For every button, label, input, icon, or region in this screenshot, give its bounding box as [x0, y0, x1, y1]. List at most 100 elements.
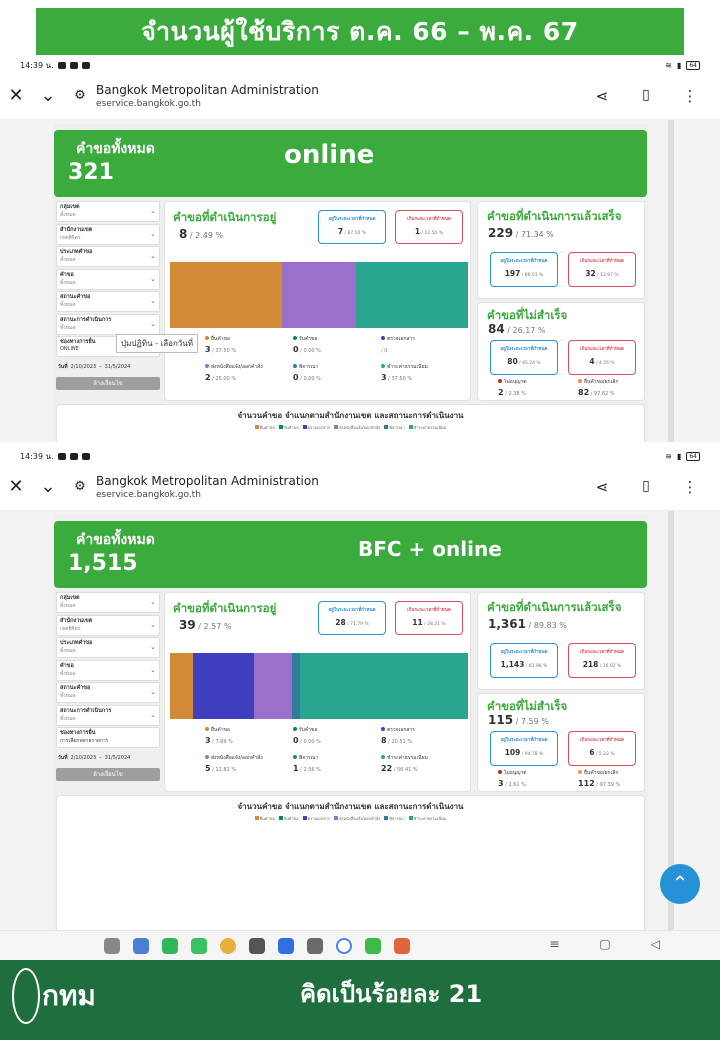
legend-item: พิจารณา 0 / 0.00 % — [293, 363, 321, 382]
filter-label: สถานะคำขอ — [60, 685, 91, 691]
recent-apps-icon[interactable]: ≡ — [549, 937, 559, 951]
back-icon[interactable]: ◁ — [651, 937, 660, 951]
bookmark-icon[interactable]: ▯ — [630, 87, 662, 105]
in-progress-within-pill: อยู่ในระยะเวลาที่กำหนด 28 / 71.79 % — [318, 601, 386, 635]
filter-dropdown[interactable]: ประเภทคำขอ ทั้งหมด ⌄ — [56, 246, 160, 267]
filter-dropdown[interactable]: สถานะคำขอ ทั้งหมด ⌄ — [56, 682, 160, 703]
clear-filter-button[interactable]: ล้างเงื่อนไข — [56, 376, 160, 390]
apps-icon[interactable] — [104, 937, 120, 954]
filter-dropdown[interactable]: คำขอ ทั้งหมด ⌄ — [56, 659, 160, 681]
legend-item: ตรวจเอกสาร / 0 — [381, 335, 415, 354]
messages-icon[interactable] — [191, 937, 207, 954]
chart-legend: ยื่นคำขอ รับคำขอ ตรวจเอกสาร ส่งหนังสือแจ้ง/… — [57, 424, 644, 431]
bar-segment[interactable] — [299, 653, 468, 719]
legend-value: 3 / 37.50 % — [381, 373, 413, 382]
site-settings-icon[interactable]: ⚙ — [64, 88, 96, 103]
phone-icon[interactable] — [162, 937, 178, 954]
total-label: คำขอทั้งหมด — [76, 532, 155, 548]
legend-value: / 0 — [381, 348, 388, 354]
more-icon[interactable]: ⋮ — [674, 87, 706, 105]
district-chart: จำนวนคำขอ จำแนกตามสำนักงานเขต และสถานะกา… — [56, 795, 645, 930]
filter-label: สถานะคำขอ — [60, 294, 91, 300]
chrome-icon[interactable] — [220, 937, 236, 954]
bar-segment[interactable] — [170, 653, 193, 719]
date-to[interactable]: 31/5/2024 — [105, 364, 131, 370]
google-icon[interactable] — [336, 937, 352, 954]
files-icon[interactable] — [133, 937, 149, 954]
chevron-down-icon[interactable]: ⌄ — [32, 85, 64, 106]
filter-dropdown[interactable]: สำนักงานเขต เขตพิจิตร ⌄ — [56, 223, 160, 245]
date-label: วันที่ — [58, 363, 68, 370]
filter-dropdown[interactable]: ประเภทคำขอ ทั้งหมด ⌄ — [56, 637, 160, 658]
legend-label: ชำระค่าธรรมเนียม — [387, 364, 428, 370]
banner-title: จำนวนผู้ใช้บริการ ต.ค. 66 – พ.ค. 67 — [141, 16, 579, 46]
legend-dot — [381, 727, 385, 731]
done-within-pill: อยู่ในระยะเวลาที่กำหนด 1,143 / 83.98 % — [490, 643, 558, 678]
legend-dot — [293, 364, 297, 368]
filter-dropdown[interactable]: สถานะการดำเนินการ ทั้งหมด ⌄ — [56, 313, 160, 335]
legend-label: พิจารณา — [299, 364, 319, 370]
failed-no-permit: ไม่อนุญาต 3 / 2.61 % — [498, 770, 527, 788]
chevron-down-icon: ⌄ — [150, 710, 156, 719]
bar-segment[interactable] — [292, 653, 300, 719]
close-icon[interactable]: ✕ — [0, 476, 32, 497]
bar-segment[interactable] — [356, 262, 468, 328]
home-icon[interactable]: ▢ — [599, 937, 610, 951]
in-progress-value: 8 / 2.49 % — [179, 227, 224, 241]
scrollbar[interactable] — [668, 120, 674, 442]
site-settings-icon[interactable]: ⚙ — [64, 479, 96, 494]
browser-url[interactable]: eservice.bangkok.go.th — [96, 99, 319, 109]
total-label: คำขอทั้งหมด — [76, 141, 155, 157]
bookmark-icon[interactable]: ▯ — [630, 478, 662, 496]
bar-segment[interactable] — [281, 262, 357, 328]
bar-segment[interactable] — [170, 262, 282, 328]
clear-filter-button[interactable]: ล้างเงื่อนไข — [56, 767, 160, 781]
filter-dropdown[interactable]: สถานะคำขอ ทั้งหมด ⌄ — [56, 291, 160, 312]
in-progress-value: 39 / 2.57 % — [179, 618, 232, 632]
close-icon[interactable]: ✕ — [0, 85, 32, 106]
filter-dropdown[interactable]: คำขอ ทั้งหมด ⌄ — [56, 268, 160, 290]
more-icon[interactable]: ⋮ — [674, 478, 706, 496]
browser-url[interactable]: eservice.bangkok.go.th — [96, 490, 319, 500]
filter-dropdown[interactable]: กลุ่มเขต ทั้งหมด ⌄ — [56, 592, 160, 613]
date-range[interactable]: วันที่ 2/10/2023–31/5/2024 — [56, 359, 160, 375]
notification-icon — [57, 61, 66, 69]
failed-over-pill: เกินระยะเวลาที่กำหนด 4 / 4.76 % — [568, 340, 636, 375]
filter-label: สำนักงานเขต — [60, 617, 93, 624]
channel-select[interactable]: ช่องทางการยื่น การเลือกหลายรายการ — [56, 727, 160, 748]
filter-dropdown[interactable]: สำนักงานเขต เขตพิจิตร ⌄ — [56, 614, 160, 636]
chevron-down-icon: ⌄ — [150, 688, 156, 696]
bar-segment[interactable] — [254, 653, 293, 719]
gallery-icon[interactable] — [278, 937, 294, 954]
bar-segment[interactable] — [192, 653, 255, 719]
legend-item: รับคำขอ 0 / 0.00 % — [293, 726, 321, 745]
legend-value: 22 / 56.41 % — [381, 764, 418, 773]
legend-dot — [381, 755, 385, 759]
done-card: คำขอที่ดำเนินการแล้วเสร็จ 1,361 / 89.83 … — [477, 592, 645, 690]
share-icon[interactable]: ⋖ — [586, 478, 618, 496]
scroll-top-button[interactable]: ⌃ — [660, 864, 700, 904]
failed-no-permit: ไม่อนุญาต 2 / 2.38 % — [498, 379, 527, 397]
date-range[interactable]: วันที่ 2/10/2023–31/5/2024 — [56, 750, 160, 766]
filter-value: ทั้งหมด — [60, 257, 76, 263]
chevron-down-icon[interactable]: ⌄ — [32, 476, 64, 497]
filter-value: เขตพิจิตร — [60, 625, 81, 632]
chart-legend-item: ชำระค่าธรรมเนียม — [408, 424, 446, 431]
filter-dropdown[interactable]: กลุ่มเขต ทั้งหมด ⌄ — [56, 201, 160, 222]
legend-value: 5 / 12.82 % — [205, 764, 237, 773]
line-icon[interactable] — [365, 937, 381, 954]
camera-icon[interactable] — [249, 937, 265, 954]
filter-dropdown[interactable]: สถานะการดำเนินการ ทั้งหมด ⌄ — [56, 704, 160, 726]
done-value: 229 / 71.34 % — [488, 226, 554, 240]
share-icon[interactable]: ⋖ — [586, 87, 618, 105]
date-from[interactable]: 2/10/2023 — [71, 364, 97, 370]
legend-item: ส่งหนังสือแจ้ง/ออกคำสั่ง 5 / 12.82 % — [205, 754, 263, 773]
in-progress-title: คำขอที่ดำเนินการอยู่ — [173, 210, 277, 224]
office-icon[interactable] — [394, 937, 410, 954]
done-over-pill: เกินระยะเวลาที่กำหนด 218 / 16.02 % — [568, 643, 636, 678]
date-from[interactable]: 2/10/2023 — [71, 755, 97, 761]
failed-cancelled: ยื่นคำขอ/ยกเลิก 112 / 97.39 % — [578, 770, 621, 788]
settings-icon[interactable] — [307, 937, 323, 954]
date-to[interactable]: 31/5/2024 — [105, 755, 131, 761]
browser-title: Bangkok Metropolitan Administration — [96, 473, 319, 488]
